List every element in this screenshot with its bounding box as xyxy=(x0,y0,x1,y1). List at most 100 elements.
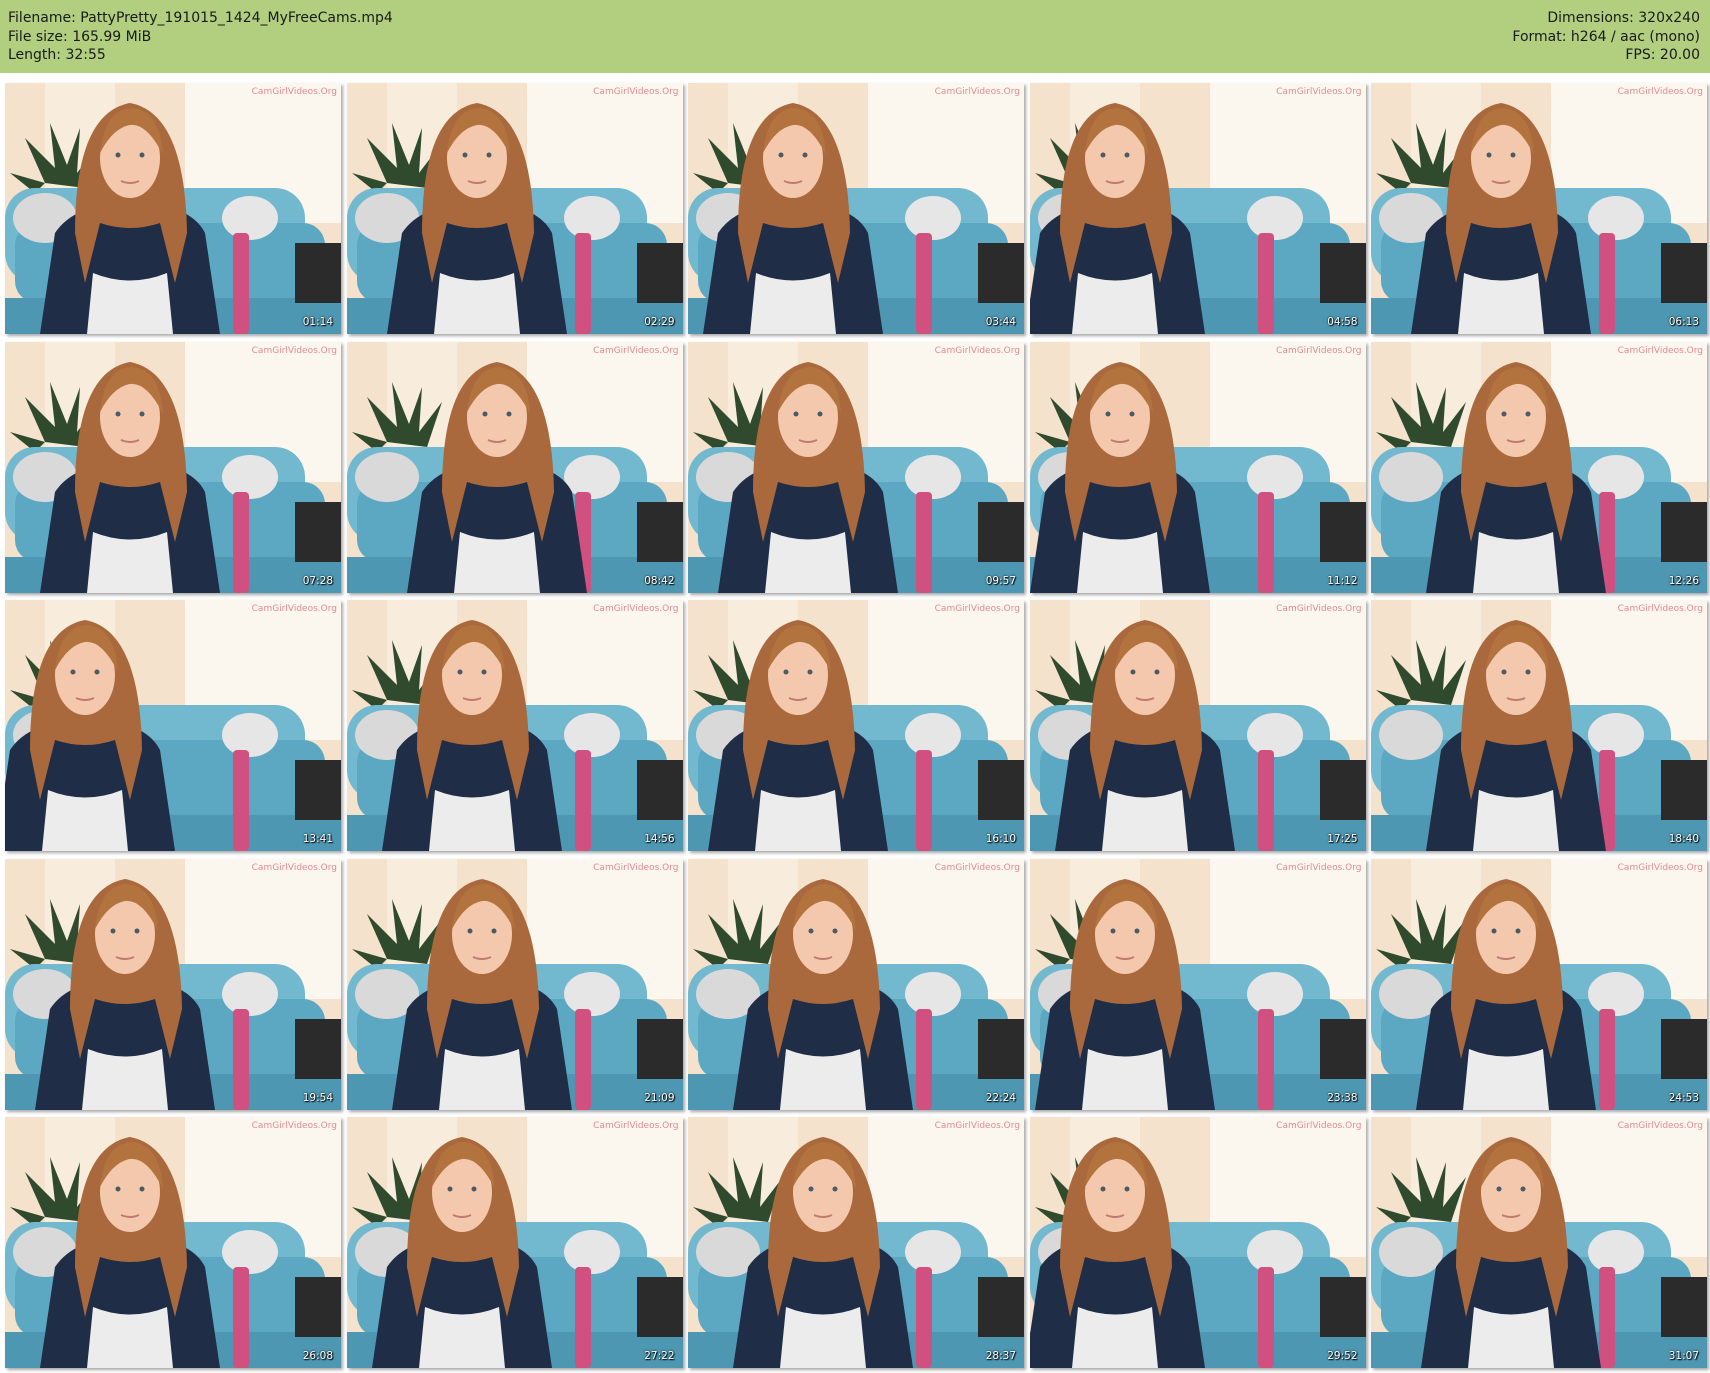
timestamp-label: 22:24 xyxy=(985,1091,1016,1104)
watermark-text: CamGirlVideos.Org xyxy=(251,862,337,873)
timestamp-label: 26:08 xyxy=(302,1350,333,1362)
thumbnail-image xyxy=(688,83,1024,334)
watermark-text: CamGirlVideos.Org xyxy=(1617,604,1703,614)
info-header: Filename: PattyPretty_191015_1424_MyFree… xyxy=(0,0,1710,73)
watermark-text: CamGirlVideos.Org xyxy=(1617,345,1703,356)
timestamp-label: 17:25 xyxy=(1327,833,1358,845)
timestamp-label: 28:37 xyxy=(985,1350,1016,1362)
timestamp-label: 31:07 xyxy=(1668,1350,1699,1362)
thumbnail-image xyxy=(1371,1117,1707,1368)
timestamp-label: 07:28 xyxy=(302,574,333,587)
watermark-text: CamGirlVideos.Org xyxy=(1276,345,1362,356)
timestamp-label: 09:57 xyxy=(985,574,1016,587)
video-thumbnail: CamGirlVideos.Org 22:24 xyxy=(688,858,1024,1110)
video-thumbnail: CamGirlVideos.Org 12:26 xyxy=(1371,341,1707,593)
video-thumbnail: CamGirlVideos.Org 28:37 xyxy=(688,1117,1024,1368)
timestamp-label: 06:13 xyxy=(1668,316,1699,328)
video-thumbnail: CamGirlVideos.Org 14:56 xyxy=(346,600,683,851)
timestamp-label: 12:26 xyxy=(1668,574,1699,587)
watermark-text: CamGirlVideos.Org xyxy=(593,1121,679,1131)
timestamp-label: 13:41 xyxy=(302,833,333,845)
video-thumbnail: CamGirlVideos.Org 16:10 xyxy=(688,600,1024,851)
timestamp-label: 01:14 xyxy=(302,316,333,328)
video-thumbnail: CamGirlVideos.Org 26:08 xyxy=(5,1117,341,1368)
watermark-text: CamGirlVideos.Org xyxy=(1276,862,1362,873)
thumbnail-image xyxy=(346,1117,683,1368)
watermark-text: CamGirlVideos.Org xyxy=(1617,87,1703,97)
watermark-text: CamGirlVideos.Org xyxy=(593,345,679,356)
timestamp-label: 02:29 xyxy=(644,316,675,328)
watermark-text: CamGirlVideos.Org xyxy=(593,87,679,97)
video-thumbnail: CamGirlVideos.Org 23:38 xyxy=(1029,858,1366,1110)
timestamp-label: 11:12 xyxy=(1327,574,1358,587)
length-line: Length: 32:55 xyxy=(8,47,106,63)
watermark-text: CamGirlVideos.Org xyxy=(1276,604,1362,614)
thumbnail-image xyxy=(346,341,683,593)
timestamp-label: 14:56 xyxy=(644,833,675,845)
watermark-text: CamGirlVideos.Org xyxy=(1617,1121,1703,1131)
thumbnail-image xyxy=(346,600,683,851)
video-thumbnail: CamGirlVideos.Org 02:29 xyxy=(346,83,683,334)
video-thumbnail: CamGirlVideos.Org 17:25 xyxy=(1029,600,1366,851)
thumbnail-image xyxy=(346,858,683,1110)
video-thumbnail: CamGirlVideos.Org 04:58 xyxy=(1029,83,1366,334)
timestamp-label: 24:53 xyxy=(1668,1091,1699,1104)
thumbnail-image xyxy=(688,341,1024,593)
video-thumbnail: CamGirlVideos.Org 09:57 xyxy=(688,341,1024,593)
watermark-text: CamGirlVideos.Org xyxy=(934,1121,1020,1131)
watermark-text: CamGirlVideos.Org xyxy=(1276,1121,1362,1131)
thumbnail-image xyxy=(5,858,341,1110)
watermark-text: CamGirlVideos.Org xyxy=(1276,87,1362,97)
thumbnail-image xyxy=(5,1117,341,1368)
thumbnail-image xyxy=(1029,600,1366,851)
filename-line: Filename: PattyPretty_191015_1424_MyFree… xyxy=(8,10,393,26)
thumbnail-image xyxy=(1371,858,1707,1110)
thumbnail-image xyxy=(5,83,341,334)
dimensions-line: Dimensions: 320x240 xyxy=(1547,10,1700,26)
video-thumbnail: CamGirlVideos.Org 11:12 xyxy=(1029,341,1366,593)
stream-info: Dimensions: 320x240 Format: h264 / aac (… xyxy=(1512,9,1700,65)
thumbnail-image xyxy=(346,83,683,334)
video-thumbnail: CamGirlVideos.Org 08:42 xyxy=(346,341,683,593)
timestamp-label: 16:10 xyxy=(985,833,1016,845)
thumbnail-image xyxy=(688,1117,1024,1368)
video-thumbnail: CamGirlVideos.Org 06:13 xyxy=(1371,83,1707,334)
thumbnail-image xyxy=(1029,858,1366,1110)
timestamp-label: 21:09 xyxy=(644,1091,675,1104)
watermark-text: CamGirlVideos.Org xyxy=(1617,862,1703,873)
thumbnail-image xyxy=(1371,600,1707,851)
format-line: Format: h264 / aac (mono) xyxy=(1512,28,1700,45)
watermark-text: CamGirlVideos.Org xyxy=(251,1121,337,1131)
timestamp-label: 03:44 xyxy=(985,316,1016,328)
video-thumbnail: CamGirlVideos.Org 24:53 xyxy=(1371,858,1707,1110)
video-thumbnail: CamGirlVideos.Org 03:44 xyxy=(688,83,1024,334)
watermark-text: CamGirlVideos.Org xyxy=(251,87,337,97)
video-thumbnail: CamGirlVideos.Org 31:07 xyxy=(1371,1117,1707,1368)
watermark-text: CamGirlVideos.Org xyxy=(251,604,337,614)
timestamp-label: 23:38 xyxy=(1327,1091,1358,1104)
video-thumbnail: CamGirlVideos.Org 29:52 xyxy=(1029,1117,1366,1368)
video-thumbnail: CamGirlVideos.Org 13:41 xyxy=(5,600,341,851)
watermark-text: CamGirlVideos.Org xyxy=(593,862,679,873)
thumbnail-image xyxy=(688,858,1024,1110)
video-thumbnail: CamGirlVideos.Org 19:54 xyxy=(5,858,341,1110)
watermark-text: CamGirlVideos.Org xyxy=(934,604,1020,614)
video-thumbnail: CamGirlVideos.Org 01:14 xyxy=(5,83,341,334)
watermark-text: CamGirlVideos.Org xyxy=(934,862,1020,873)
thumbnail-image xyxy=(1371,83,1707,334)
thumbnail-image xyxy=(1029,1117,1366,1368)
watermark-text: CamGirlVideos.Org xyxy=(251,345,337,356)
thumbnail-grid: CamGirlVideos.Org 01:14 CamGirlVideos.Or… xyxy=(5,83,1707,1368)
video-thumbnail: CamGirlVideos.Org 27:22 xyxy=(346,1117,683,1368)
timestamp-label: 04:58 xyxy=(1327,316,1358,328)
video-thumbnail: CamGirlVideos.Org 07:28 xyxy=(5,341,341,593)
timestamp-label: 19:54 xyxy=(302,1091,333,1104)
watermark-text: CamGirlVideos.Org xyxy=(934,87,1020,97)
fps-line: FPS: 20.00 xyxy=(1625,47,1700,63)
video-thumbnail: CamGirlVideos.Org 21:09 xyxy=(346,858,683,1110)
thumbnail-image xyxy=(688,600,1024,851)
filesize-line: File size: 165.99 MiB xyxy=(8,28,152,45)
timestamp-label: 08:42 xyxy=(644,574,675,587)
thumbnail-image xyxy=(1371,341,1707,593)
thumbnail-image xyxy=(5,600,341,851)
